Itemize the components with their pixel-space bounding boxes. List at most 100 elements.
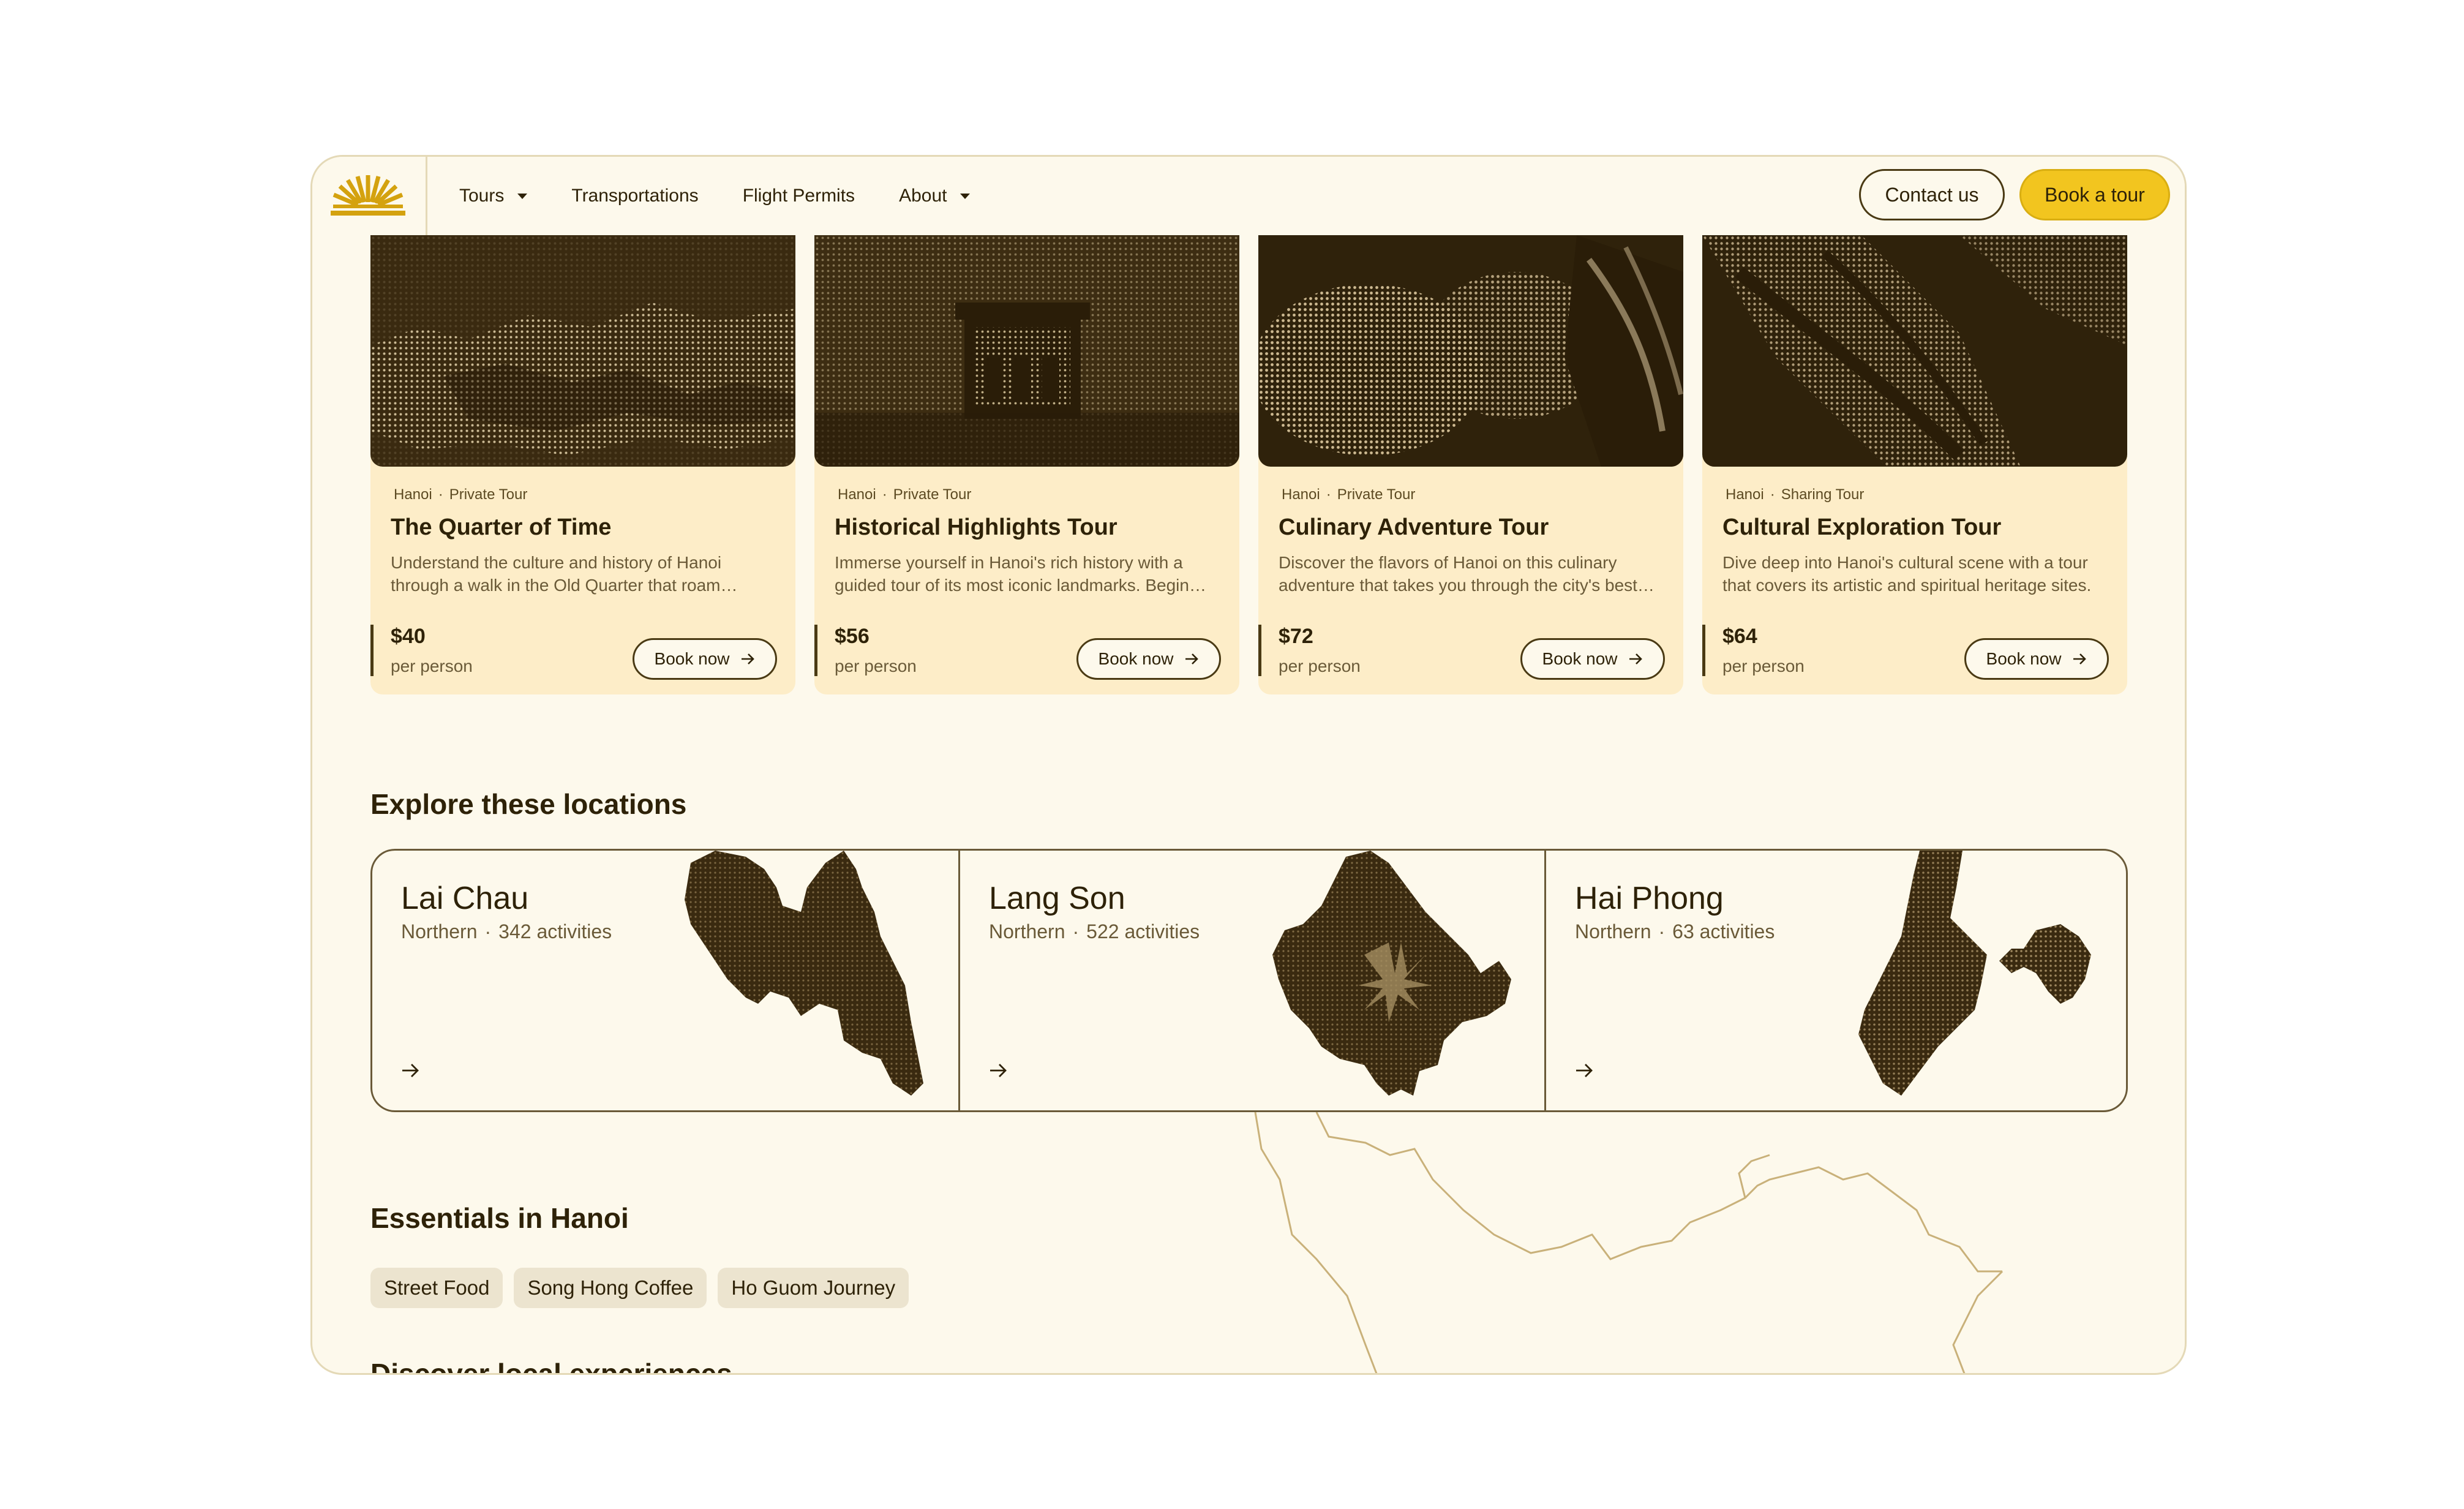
arrow-right-icon [402,1064,419,1077]
browser-frame: Tours Transportations Flight Permits Abo… [310,155,2187,1375]
arrow-right-icon [1576,1064,1593,1077]
nav-label: Tours [459,186,505,206]
tour-description: Dive deep into Hanoi's cultural scene wi… [1722,553,2092,595]
nav-item-about[interactable]: About [899,186,971,206]
tour-description: Discover the flavors of Hanoi on this cu… [1279,553,1637,595]
nav-label: About [899,186,947,206]
tour-card[interactable]: Hanoi · Private Tour Culinary Adventure To… [1258,235,1683,694]
arrow-right-icon [990,1064,1007,1077]
book-now-label: Book now [1986,649,2062,668]
price-divider [1702,625,1705,676]
location-card-hai-phong[interactable]: Hai Phong Northern · 63 activities [1544,851,2126,1110]
main-nav: Tours Transportations Flight Permits Abo… [459,157,1014,235]
site-header: Tours Transportations Flight Permits Abo… [312,157,2185,235]
tour-city: Hanoi [1726,486,1764,503]
tour-cards: Hanoi · Private Tour The Quarter of Time U… [370,235,2128,694]
tour-image-temple [814,235,1239,467]
tour-price: $72 [1279,625,1313,648]
tour-type: Sharing Tour [1781,486,1865,503]
price-unit: per person [1279,657,1361,675]
tour-city: Hanoi [394,486,432,503]
tour-type: Private Tour [449,486,528,503]
arrow-right-icon [1185,653,1199,664]
location-region: Northern [401,920,478,943]
nav-item-flight-permits[interactable]: Flight Permits [743,186,855,206]
tour-meta: Hanoi · Sharing Tour [1726,486,1865,503]
tour-title: Cultural Exploration Tour [1722,514,2002,540]
chevron-down-icon [517,193,528,199]
tour-type: Private Tour [893,486,972,503]
essentials-chips: Street Food Song Hong Coffee Ho Guom Jou… [370,1268,920,1308]
location-details: Northern · 342 activities [401,920,612,943]
price-unit: per person [835,657,917,675]
hai-phong-map-icon [1858,851,2091,1096]
chip-ho-guom-journey[interactable]: Ho Guom Journey [718,1268,909,1308]
book-now-button[interactable]: Book now [1964,638,2109,680]
essentials-section-title: Essentials in Hanoi [370,1202,629,1234]
tour-image-culture [1702,235,2127,467]
location-region: Northern [989,920,1065,943]
tour-meta: Hanoi · Private Tour [838,486,972,503]
arrow-right-icon [1629,653,1643,664]
location-region: Northern [1575,920,1651,943]
tour-title: The Quarter of Time [391,514,612,540]
price-divider [814,625,817,676]
arrow-right-icon [2073,653,2087,664]
tour-image-old-quarter [370,235,795,467]
tour-title: Culinary Adventure Tour [1279,514,1549,540]
logo[interactable] [312,157,427,235]
price-unit: per person [1722,657,1805,675]
nav-item-tours[interactable]: Tours [459,186,528,206]
location-card-lang-son[interactable]: Lang Son Northern · 522 activities [958,851,1544,1110]
lang-son-map-icon [1272,851,1511,1096]
tour-price: $40 [391,625,426,648]
tour-type: Private Tour [1337,486,1416,503]
chip-street-food[interactable]: Street Food [370,1268,503,1308]
location-details: Northern · 63 activities [1575,920,1775,943]
next-section-title: Discover local experiences [370,1358,732,1375]
book-now-label: Book now [1542,649,1618,668]
nav-item-transportations[interactable]: Transportations [571,186,698,206]
lai-chau-map-icon [685,851,923,1096]
tour-price: $56 [835,625,870,648]
chip-song-hong-coffee[interactable]: Song Hong Coffee [514,1268,707,1308]
book-now-label: Book now [654,649,730,668]
book-now-button[interactable]: Book now [1076,638,1221,680]
location-activities: 522 activities [1086,920,1200,943]
nav-label: Flight Permits [742,186,855,206]
tour-meta: Hanoi · Private Tour [394,486,528,503]
tour-price: $64 [1722,625,1757,648]
locations-panel: Lai Chau Northern · 342 activities Lang So… [370,849,2128,1112]
location-name: Hai Phong [1575,881,1724,916]
tour-card[interactable]: Hanoi · Private Tour Historical Highlights… [814,235,1239,694]
contact-us-button[interactable]: Contact us [1859,169,2005,220]
tour-image-street-food [1258,235,1683,467]
price-divider [370,625,374,676]
locations-section-title: Explore these locations [370,788,687,820]
tour-card[interactable]: Hanoi · Private Tour The Quarter of Time U… [370,235,795,694]
price-divider [1258,625,1261,676]
tour-meta: Hanoi · Private Tour [1282,486,1416,503]
tour-city: Hanoi [1282,486,1320,503]
tour-description: Immerse yourself in Hanoi's rich history… [835,553,1189,595]
book-a-tour-button[interactable]: Book a tour [2019,169,2170,220]
book-now-button[interactable]: Book now [1520,638,1665,680]
location-activities: 342 activities [498,920,612,943]
tour-city: Hanoi [838,486,876,503]
tour-description: Understand the culture and history of Ha… [391,553,722,595]
chevron-down-icon [960,193,971,199]
background-map-outline [1254,1112,2004,1373]
tour-card[interactable]: Hanoi · Sharing Tour Cultural Exploration … [1702,235,2127,694]
book-now-label: Book now [1098,649,1174,668]
location-details: Northern · 522 activities [989,920,1200,943]
sunrise-logo-icon [331,175,405,216]
nav-label: Transportations [571,186,699,206]
location-name: Lai Chau [401,881,529,916]
location-name: Lang Son [989,881,1125,916]
tour-title: Historical Highlights Tour [835,514,1117,540]
price-unit: per person [391,657,473,675]
book-now-button[interactable]: Book now [633,638,777,680]
location-card-lai-chau[interactable]: Lai Chau Northern · 342 activities [372,851,958,1110]
arrow-right-icon [742,653,755,664]
location-activities: 63 activities [1672,920,1775,943]
